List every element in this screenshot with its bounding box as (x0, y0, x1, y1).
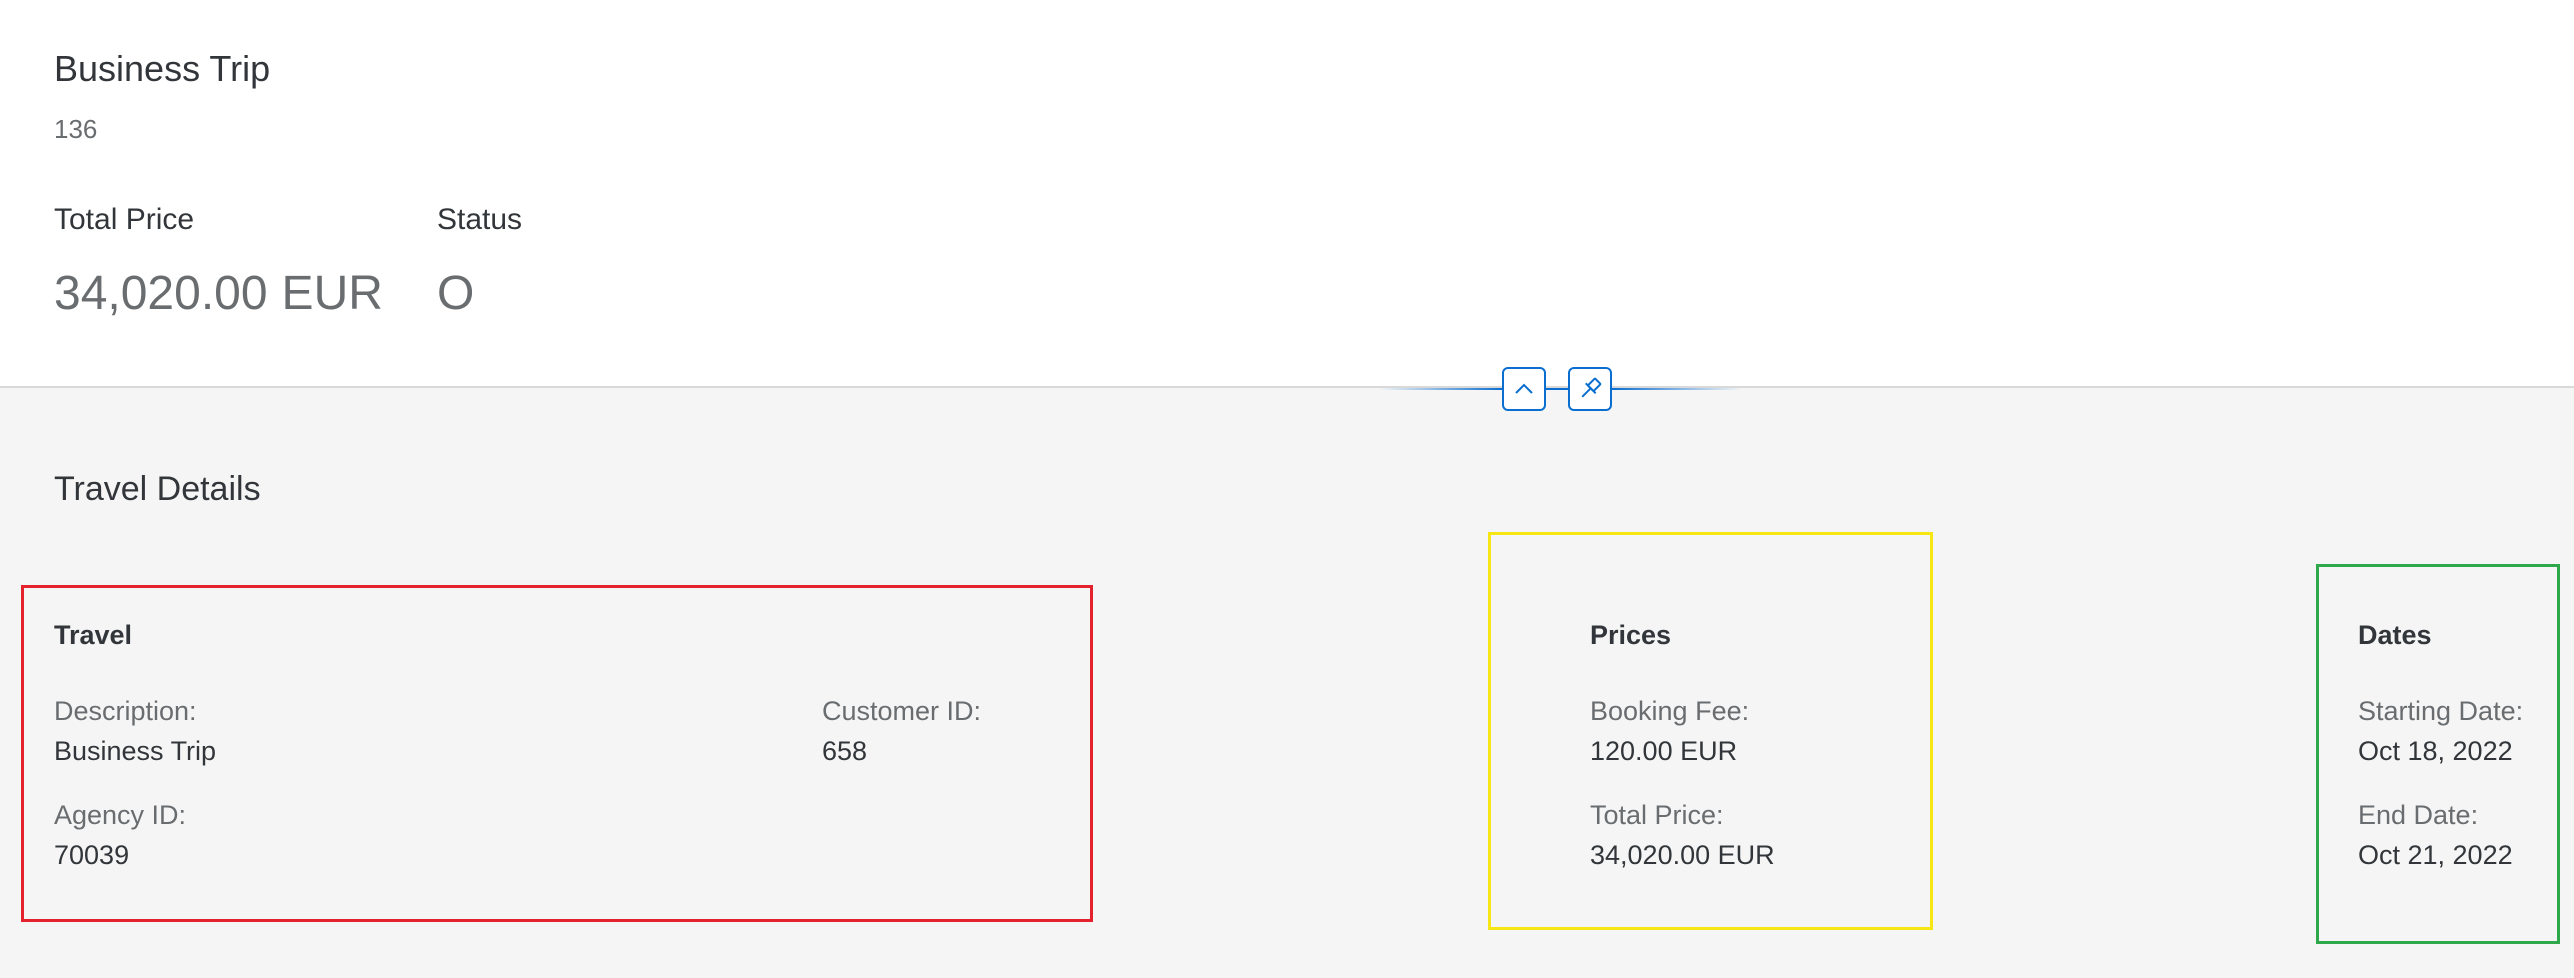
kpi-total-price-unit: EUR (281, 267, 383, 320)
end-date-label: End Date: (2358, 800, 2479, 830)
total-price-label: Total Price: (1590, 800, 1724, 830)
description-value: Business Trip (54, 736, 217, 766)
booking-fee-value: 120.00 EUR (1590, 736, 1738, 766)
travel-group-title: Travel (54, 620, 133, 650)
page-subtitle: 136 (54, 114, 98, 144)
kpi-status-value: O (437, 267, 475, 320)
dates-group-title: Dates (2358, 620, 2432, 650)
header-divider-left (1380, 388, 1502, 390)
customer-id-label: Customer ID: (822, 696, 982, 726)
end-date-value: Oct 21, 2022 (2358, 840, 2513, 870)
agency-id-label: Agency ID: (54, 800, 187, 830)
kpi-status-label: Status (437, 203, 523, 236)
pin-header-button[interactable] (1568, 367, 1612, 411)
booking-fee-label: Booking Fee: (1590, 696, 1750, 726)
section-title-travel-details: Travel Details (54, 470, 261, 508)
agency-id-value: 70039 (54, 840, 130, 870)
chevron-up-icon (1515, 383, 1533, 394)
header-divider-middle (1546, 388, 1568, 390)
kpi-total-price-value: 34,020.00 EUR (54, 266, 383, 321)
prices-group-title: Prices (1590, 620, 1672, 650)
object-page-header: Business Trip 136 Total Price 34,020.00 E… (0, 0, 2574, 388)
customer-id-value: 658 (822, 736, 868, 766)
kpi-total-price-label: Total Price (54, 203, 195, 236)
page-title: Business Trip (54, 48, 271, 89)
starting-date-value: Oct 18, 2022 (2358, 736, 2513, 766)
header-divider-right (1612, 388, 1742, 390)
kpi-total-price-amount: 34,020.00 (54, 267, 268, 320)
collapse-header-button[interactable] (1502, 367, 1546, 411)
pin-icon (1581, 377, 1602, 398)
description-label: Description: (54, 696, 197, 726)
total-price-value: 34,020.00 EUR (1590, 840, 1775, 870)
starting-date-label: Starting Date: (2358, 696, 2524, 726)
